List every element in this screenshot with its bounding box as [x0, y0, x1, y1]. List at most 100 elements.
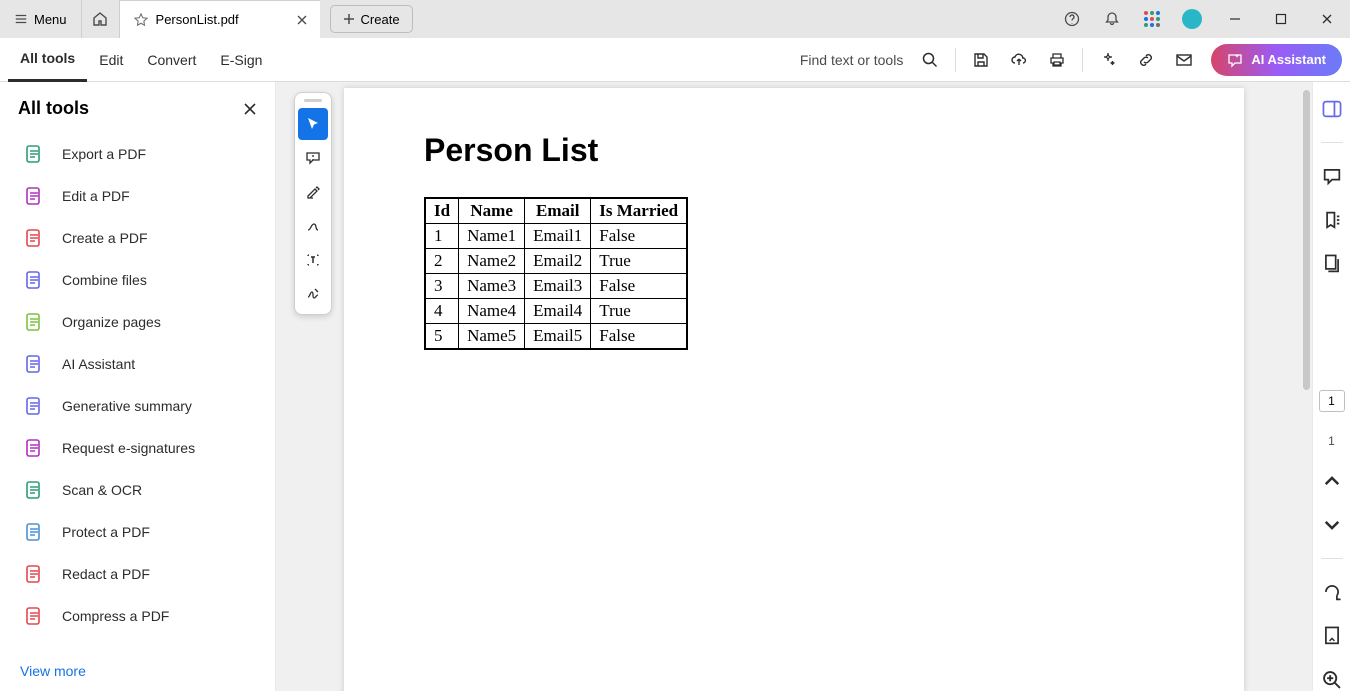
link-button[interactable]: [1127, 38, 1165, 82]
document-tab[interactable]: PersonList.pdf: [120, 0, 320, 38]
profile-button[interactable]: [1172, 0, 1212, 38]
table-cell: Email5: [525, 324, 591, 350]
drag-grip[interactable]: [304, 99, 322, 102]
save-button[interactable]: [962, 38, 1000, 82]
help-button[interactable]: [1052, 0, 1092, 38]
sidebar-item[interactable]: Protect a PDF: [0, 511, 275, 553]
zoom-icon: [1321, 669, 1343, 691]
table-cell: Name5: [459, 324, 525, 350]
sidebar-item[interactable]: Redact a PDF: [0, 553, 275, 595]
search-icon: [921, 51, 939, 69]
comments-panel-button[interactable]: [1321, 165, 1343, 187]
home-button[interactable]: [82, 0, 120, 38]
window-close[interactable]: [1304, 0, 1350, 38]
document-viewer[interactable]: Person List IdNameEmailIs Married 1Name1…: [276, 82, 1312, 691]
search-button[interactable]: [911, 38, 949, 82]
find-label[interactable]: Find text or tools: [800, 52, 904, 68]
zoom-button[interactable]: [1321, 669, 1343, 691]
text-tool-button[interactable]: [298, 244, 328, 276]
ai-chat-icon: [1227, 52, 1243, 68]
pages-icon: [1321, 253, 1343, 275]
page-number-input[interactable]: 1: [1319, 390, 1345, 412]
sign-icon: [305, 286, 321, 302]
panel-toggle-button[interactable]: [1321, 98, 1343, 120]
fit-page-button[interactable]: [1321, 625, 1343, 647]
table-cell: True: [591, 299, 687, 324]
email-icon: [1175, 51, 1193, 69]
sidebar-item[interactable]: Create a PDF: [0, 217, 275, 259]
table-row: 3Name3Email3False: [425, 274, 687, 299]
cloud-upload-button[interactable]: [1000, 38, 1038, 82]
table-cell: Email1: [525, 224, 591, 249]
pages-thumbnail-button[interactable]: [1321, 253, 1343, 275]
window-maximize[interactable]: [1258, 0, 1304, 38]
notifications-button[interactable]: [1092, 0, 1132, 38]
sidebar-item-label: Edit a PDF: [62, 188, 130, 204]
tool-icon: [24, 354, 44, 374]
page: Person List IdNameEmailIs Married 1Name1…: [344, 88, 1244, 691]
sidebar-item[interactable]: Scan & OCR: [0, 469, 275, 511]
sidebar-item-label: Combine files: [62, 272, 147, 288]
sidebar-item-label: Compress a PDF: [62, 608, 169, 624]
sidebar-item[interactable]: AI Assistant: [0, 343, 275, 385]
page-down-button[interactable]: [1321, 514, 1343, 536]
tool-icon: [24, 480, 44, 500]
table-row: 2Name2Email2True: [425, 249, 687, 274]
tab-edit[interactable]: Edit: [87, 38, 135, 82]
tab-esign[interactable]: E-Sign: [208, 38, 274, 82]
print-button[interactable]: [1038, 38, 1076, 82]
table-row: 1Name1Email1False: [425, 224, 687, 249]
tab-convert[interactable]: Convert: [135, 38, 208, 82]
sidebar-item[interactable]: Compress a PDF: [0, 595, 275, 637]
close-icon: [1321, 13, 1333, 25]
select-tool-button[interactable]: [298, 108, 328, 140]
sidebar-item[interactable]: Combine files: [0, 259, 275, 301]
sign-tool-button[interactable]: [298, 278, 328, 310]
highlight-tool-button[interactable]: [298, 176, 328, 208]
page-up-button[interactable]: [1321, 470, 1343, 492]
tool-icon: [24, 270, 44, 290]
sidebar-item[interactable]: Export a PDF: [0, 133, 275, 175]
draw-tool-button[interactable]: [298, 210, 328, 242]
sidebar-item-label: Generative summary: [62, 398, 192, 414]
sidebar-item[interactable]: Request e-signatures: [0, 427, 275, 469]
apps-icon: [1144, 11, 1160, 27]
table-cell: True: [591, 249, 687, 274]
rotate-button[interactable]: [1321, 581, 1343, 603]
tab-all-tools[interactable]: All tools: [8, 38, 87, 82]
comment-tool-button[interactable]: [298, 142, 328, 174]
table-header: Id: [425, 198, 459, 224]
ai-assistant-button[interactable]: AI Assistant: [1211, 44, 1342, 76]
print-icon: [1048, 51, 1066, 69]
bookmarks-button[interactable]: [1321, 209, 1343, 231]
chevron-down-icon: [1321, 514, 1343, 536]
star-icon: [134, 13, 148, 27]
view-more-link[interactable]: View more: [0, 649, 275, 679]
save-icon: [972, 51, 990, 69]
hamburger-icon: [14, 12, 28, 26]
vertical-scrollbar[interactable]: [1303, 90, 1310, 390]
minimize-icon: [1229, 13, 1241, 25]
table-header: Name: [459, 198, 525, 224]
create-button[interactable]: Create: [330, 5, 413, 33]
sidebar-item[interactable]: Generative summary: [0, 385, 275, 427]
table-cell: Email2: [525, 249, 591, 274]
sidebar-close-button[interactable]: [243, 102, 257, 116]
ai-sparkle-button[interactable]: [1089, 38, 1127, 82]
tab-close-icon[interactable]: [296, 14, 308, 26]
tool-icon: [24, 606, 44, 626]
sidebar-item[interactable]: Prepare a form: [0, 637, 275, 649]
sidebar-item[interactable]: Edit a PDF: [0, 175, 275, 217]
cloud-upload-icon: [1010, 51, 1028, 69]
menu-button[interactable]: Menu: [0, 0, 82, 38]
apps-button[interactable]: [1132, 0, 1172, 38]
table-cell: 1: [425, 224, 459, 249]
table-cell: 4: [425, 299, 459, 324]
sidebar-item[interactable]: Organize pages: [0, 301, 275, 343]
tab-title: PersonList.pdf: [156, 12, 288, 27]
window-minimize[interactable]: [1212, 0, 1258, 38]
document-title: Person List: [424, 132, 1164, 169]
email-button[interactable]: [1165, 38, 1203, 82]
table-row: 5Name5Email5False: [425, 324, 687, 350]
table-cell: False: [591, 224, 687, 249]
